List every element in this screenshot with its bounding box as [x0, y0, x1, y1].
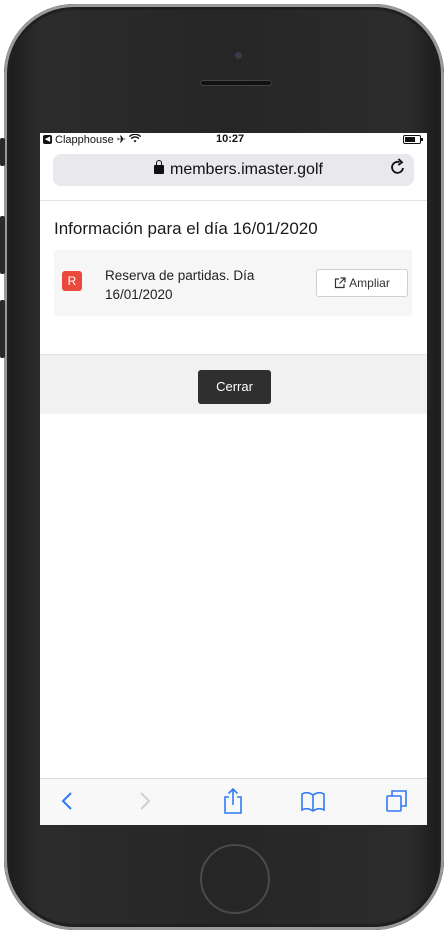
status-bar: ◀ Clapphouse ✈ 10:27	[40, 133, 427, 147]
lock-icon	[154, 160, 164, 174]
status-left: ◀ Clapphouse ✈	[43, 133, 142, 146]
ampliar-button[interactable]: Ampliar	[316, 269, 408, 297]
reload-icon[interactable]	[390, 158, 406, 181]
external-link-icon	[334, 277, 346, 289]
back-to-app-icon[interactable]: ◀	[43, 135, 52, 144]
volume-down-button	[0, 300, 5, 358]
volume-up-button	[0, 216, 5, 274]
carrier-name[interactable]: Clapphouse	[55, 134, 114, 146]
battery-icon	[403, 135, 423, 144]
modal-footer: Cerrar	[40, 354, 427, 414]
back-icon[interactable]	[54, 787, 80, 815]
front-camera	[235, 52, 242, 59]
browser-toolbar	[40, 778, 427, 825]
mute-switch	[0, 138, 5, 166]
address-bar[interactable]: members.imaster.golf	[53, 154, 414, 186]
url-text[interactable]: members.imaster.golf	[170, 161, 323, 179]
reservation-badge: R	[62, 271, 82, 291]
page-title: Información para el día 16/01/2020	[54, 219, 318, 238]
ampliar-label: Ampliar	[349, 276, 390, 290]
wifi-icon	[128, 133, 142, 146]
tabs-icon[interactable]	[384, 787, 410, 815]
screen: ◀ Clapphouse ✈ 10:27 members.imaster.gol…	[40, 133, 427, 825]
close-button[interactable]: Cerrar	[198, 370, 271, 404]
list-item-text: Reserva de partidas. Día 16/01/2020	[105, 268, 255, 302]
airplane-icon: ✈	[116, 134, 126, 146]
forward-icon[interactable]	[132, 787, 158, 815]
list-item: R Reserva de partidas. Día 16/01/2020 Am…	[54, 250, 412, 316]
bookmarks-icon[interactable]	[300, 787, 326, 815]
clock: 10:27	[216, 133, 245, 145]
header-divider	[40, 200, 427, 201]
share-icon[interactable]	[220, 787, 246, 815]
earpiece-speaker	[200, 80, 272, 86]
home-button[interactable]	[200, 844, 270, 914]
